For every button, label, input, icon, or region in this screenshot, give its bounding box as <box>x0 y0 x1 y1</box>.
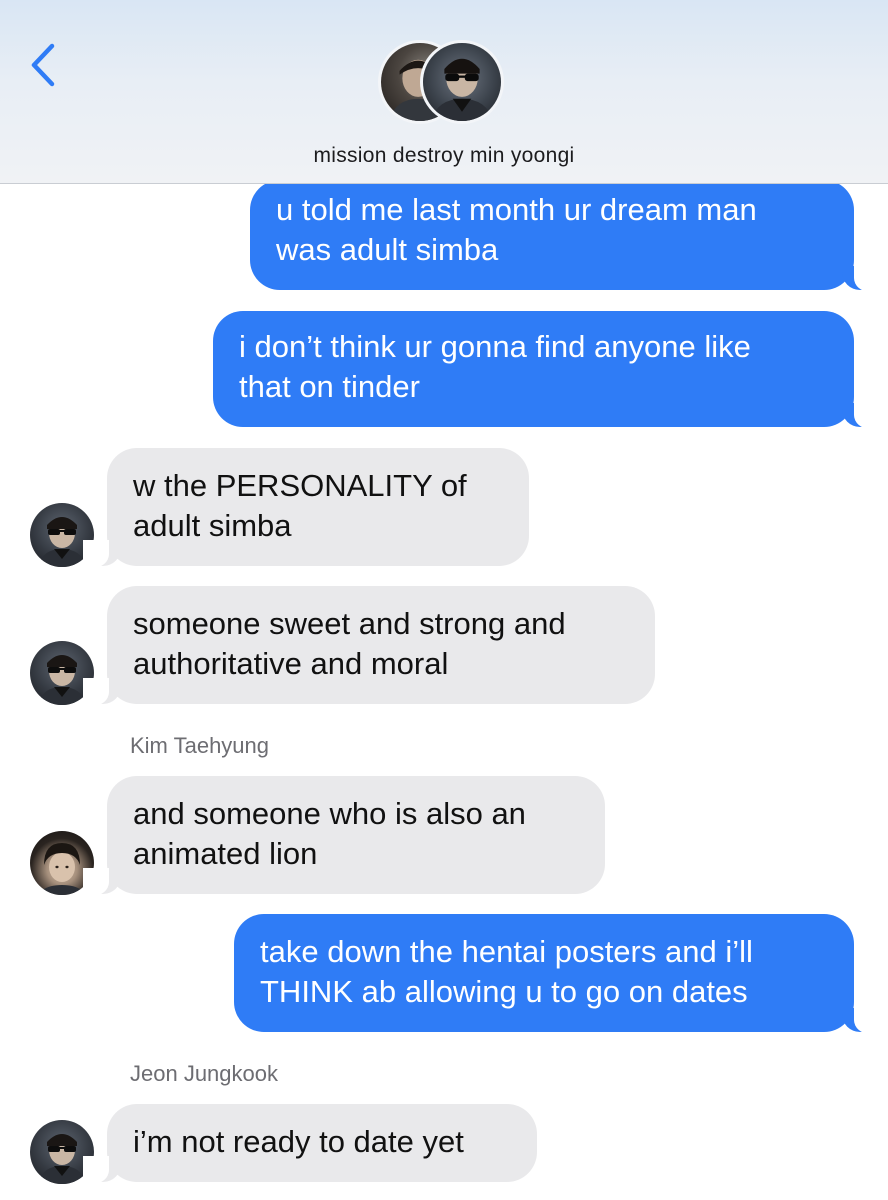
bubble-tail <box>842 264 880 292</box>
message-text-line: was adult simba <box>276 232 499 267</box>
sender-name: Jeon Jungkook <box>130 1061 278 1086</box>
bubble-tail <box>83 678 121 706</box>
message-text-line: animated lion <box>133 836 318 871</box>
bubble-tail <box>842 401 880 429</box>
conversation-header: mission destroy min yoongi <box>0 0 888 184</box>
sender-name: Kim Taehyung <box>130 733 270 758</box>
message-bubble-outgoing[interactable]: take down the hentai posters and i’ll TH… <box>234 914 854 1032</box>
message-text-line: w the PERSONALITY of <box>133 468 467 503</box>
message-text-line: adult simba <box>133 508 292 543</box>
message-text-line: take down the hentai posters and i’ll <box>260 934 753 969</box>
group-member-avatar <box>420 40 504 124</box>
message-text-line: THINK ab allowing u to go on dates <box>260 974 748 1009</box>
message-text-line: i’m not ready to date yet <box>133 1124 464 1159</box>
bubble-tail <box>83 1156 121 1184</box>
message-text-line: someone sweet and strong and <box>133 606 566 641</box>
chevron-left-icon <box>31 43 55 87</box>
message-bubble-incoming[interactable]: and someone who is also an animated lion <box>107 776 605 894</box>
message-text-line: and someone who is also an <box>133 796 526 831</box>
message-text-line: that on tinder <box>239 369 420 404</box>
imessage-screen: u told me last month ur dream man was ad… <box>0 0 888 1200</box>
message-bubble-incoming[interactable]: someone sweet and strong and authoritati… <box>107 586 655 704</box>
message-bubble-outgoing[interactable]: u told me last month ur dream man was ad… <box>250 180 854 290</box>
message-text-line: authoritative and moral <box>133 646 449 681</box>
back-button[interactable] <box>26 40 66 90</box>
bubble-tail <box>83 868 121 896</box>
group-avatar-stack[interactable] <box>378 40 512 128</box>
message-bubble-incoming[interactable]: w the PERSONALITY of adult simba <box>107 448 529 566</box>
conversation-title[interactable]: mission destroy min yoongi <box>0 144 888 168</box>
message-text-line: u told me last month ur dream man <box>276 192 757 227</box>
message-bubble-incoming[interactable]: i’m not ready to date yet <box>107 1104 537 1182</box>
message-text-line: i don’t think ur gonna find anyone like <box>239 329 751 364</box>
bubble-tail <box>83 540 121 568</box>
bubble-tail <box>842 1006 880 1034</box>
message-bubble-outgoing[interactable]: i don’t think ur gonna find anyone like … <box>213 311 854 427</box>
person-sunglasses-icon <box>430 58 494 121</box>
